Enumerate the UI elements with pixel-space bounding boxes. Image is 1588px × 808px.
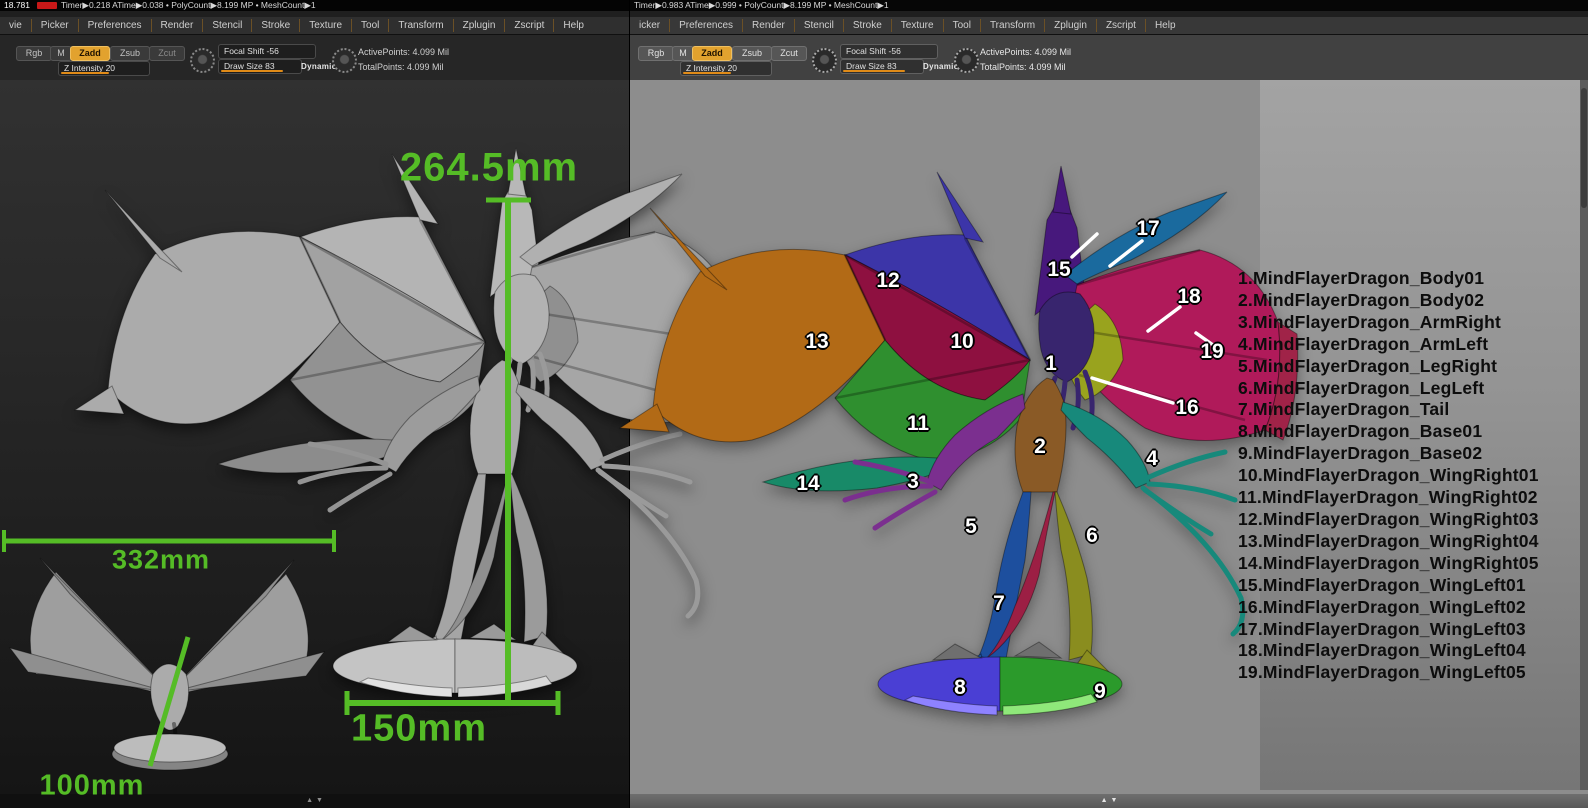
scrollbar-thumb[interactable] [1581,88,1587,208]
scroll-down-icon[interactable]: ▼ [316,794,323,808]
dimension-base-width-label: 150mm [351,707,487,750]
subtool-name: 12.MindFlayerDragon_WingRight03 [1238,508,1539,529]
menu-item[interactable]: Zscript [504,19,553,32]
status-text: Timer▶0.983 ATime▶0.999 • PolyCount▶8.19… [634,0,889,10]
rgb-button[interactable]: Rgb [16,46,52,61]
zadd-button[interactable]: Zadd [70,46,110,61]
menu-item[interactable]: Zscript [1095,19,1145,32]
menu-item[interactable]: Tool [351,19,388,32]
total-points-readout: TotalPoints: 4.099 Mil [980,62,1066,72]
m-button[interactable]: M [672,46,694,61]
subtool-name: 2.MindFlayerDragon_Body02 [1238,289,1485,310]
rgb-button[interactable]: Rgb [638,46,674,61]
menu-item[interactable]: Preferences [77,19,151,32]
scroll-up-icon[interactable]: ▲ [306,794,313,808]
dimension-width-label: 332mm [111,544,211,575]
subtool-name: 1.MindFlayerDragon_Body01 [1238,268,1485,288]
subtool-name: 16.MindFlayerDragon_WingLeft02 [1238,596,1526,617]
radial-control-icon[interactable] [954,48,979,73]
status-bar: Timer▶0.983 ATime▶0.999 • PolyCount▶8.19… [630,0,1588,11]
dimension-small-height-label: 100mm [39,769,145,802]
menu-item[interactable]: Preferences [669,19,742,32]
menu-item[interactable]: Render [742,19,794,32]
subtool-name: 7.MindFlayerDragon_Tail [1238,399,1450,420]
z-intensity-slider[interactable]: Z Intensity 20 [58,61,150,76]
total-points-readout: TotalPoints: 4.099 Mil [358,62,444,72]
subtool-name: 6.MindFlayerDragon_LegLeft [1238,377,1485,398]
menu-item[interactable]: Picker [30,19,78,32]
menu-item[interactable]: Help [1144,19,1185,32]
radial-control-icon[interactable] [332,48,357,73]
menu-bar: icker Preferences Render Stencil Stroke Textu… [630,17,1588,35]
dimension-height-label: 264.5mm [399,145,579,190]
menu-item[interactable]: Stroke [251,19,299,32]
subtool-name: 10.MindFlayerDragon_WingRight01 [1238,465,1539,486]
scroll-down-icon[interactable]: ▼ [1111,794,1118,808]
dynamic-toggle[interactable]: Dynamic [301,62,336,71]
radial-control-icon[interactable] [812,48,837,73]
menu-item[interactable]: Transform [388,19,452,32]
subtool-name: 9.MindFlayerDragon_Base02 [1238,443,1483,464]
menu-item[interactable]: icker [630,19,669,32]
subtool-name: 17.MindFlayerDragon_WingLeft03 [1238,618,1526,639]
radial-control-icon[interactable] [190,48,215,73]
menu-item[interactable]: Texture [299,19,351,32]
menu-item[interactable]: Stroke [842,19,891,32]
zsub-button[interactable]: Zsub [732,46,772,61]
scroll-up-icon[interactable]: ▲ [1101,794,1108,808]
m-button[interactable]: M [50,46,72,61]
subtool-name: 8.MindFlayerDragon_Base01 [1238,421,1483,442]
menu-item[interactable]: Stencil [202,19,251,32]
dynamic-toggle[interactable]: Dynamic [923,62,958,71]
focal-shift-slider[interactable]: Focal Shift -56 [218,44,316,59]
active-points-readout: ActivePoints: 4.099 Mil [358,47,450,57]
zcut-button[interactable]: Zcut [771,46,807,61]
draw-size-slider[interactable]: Draw Size 83 [840,59,924,74]
subtool-name-list: 1.MindFlayerDragon_Body01 2.MindFlayerDra… [1238,268,1583,684]
horizontal-scrollbar[interactable]: ▲ ▼ [630,794,1588,808]
menu-item[interactable]: Texture [890,19,943,32]
subtool-name: 14.MindFlayerDragon_WingRight05 [1238,552,1539,573]
status-bar: 18.781 Timer▶0.218 ATime▶0.038 • PolyCoun… [0,0,629,11]
menu-item[interactable]: vie [0,19,31,32]
record-indicator-icon [37,2,57,10]
subtool-name: 18.MindFlayerDragon_WingLeft04 [1238,640,1526,661]
menu-item[interactable]: Help [553,19,593,32]
menu-item[interactable]: Zplugin [1044,19,1096,32]
active-points-readout: ActivePoints: 4.099 Mil [980,47,1072,57]
focal-shift-slider[interactable]: Focal Shift -56 [840,44,938,59]
subtool-name: 11.MindFlayerDragon_WingRight02 [1238,487,1538,508]
subtool-name: 13.MindFlayerDragon_WingRight04 [1238,530,1539,551]
menu-item[interactable]: Stencil [793,19,843,32]
z-intensity-slider[interactable]: Z Intensity 20 [680,61,772,76]
subtool-name: 3.MindFlayerDragon_ArmRight [1238,311,1502,332]
menu-bar: vie Picker Preferences Render Stencil Stroke T… [0,17,629,35]
zbrush-panel-grayscale: 18.781 Timer▶0.218 ATime▶0.038 • PolyCoun… [0,0,630,808]
zadd-button[interactable]: Zadd [692,46,732,61]
top-toolbar: Rgb M Zadd Zsub Zcut Z Intensity 20 Foca… [630,35,1588,80]
subtool-name: 15.MindFlayerDragon_WingLeft01 [1238,574,1526,595]
menu-item[interactable]: Render [150,19,203,32]
top-toolbar: Rgb M Zadd Zsub Zcut Z Intensity 20 Foca… [0,35,629,80]
status-text: Timer▶0.218 ATime▶0.038 • PolyCount▶8.19… [61,0,316,10]
menu-item[interactable]: Tool [942,19,980,32]
subtool-name: 19.MindFlayerDragon_WingLeft05 [1238,662,1526,683]
menu-item[interactable]: Zplugin [452,19,505,32]
subtool-name: 5.MindFlayerDragon_LegRight [1238,355,1498,376]
draw-size-slider[interactable]: Draw Size 83 [218,59,302,74]
fps-counter: 18.781 [4,0,30,10]
menu-item[interactable]: Transform [979,19,1044,32]
subtool-name: 4.MindFlayerDragon_ArmLeft [1238,333,1489,354]
zcut-button[interactable]: Zcut [149,46,185,61]
zsub-button[interactable]: Zsub [110,46,150,61]
